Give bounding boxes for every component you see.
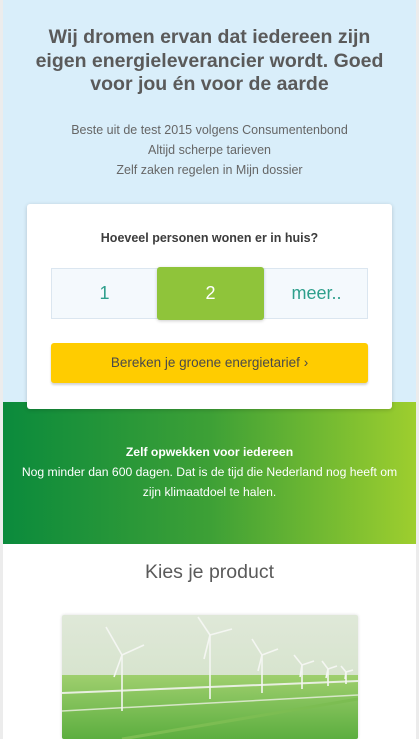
wind-turbines-image[interactable] (62, 615, 358, 739)
self-generation-banner: Zelf opwekken voor iedereen Nog minder d… (0, 402, 419, 544)
banner-body-line: Nog minder dan 600 dagen. Dat is de tijd… (21, 465, 398, 479)
persons-option-1[interactable]: 1 (52, 269, 157, 318)
usp-list: Beste uit de test 2015 volgens Consument… (20, 120, 399, 180)
headline-line: Wij dromen ervan dat iedereen zijn (48, 26, 371, 48)
page-frame-left (0, 0, 3, 739)
calculator-card: Hoeveel personen wonen er in huis? 1 2 m… (27, 204, 392, 409)
banner-title: Zelf opwekken voor iedereen (125, 445, 294, 459)
headline-line: eigen energieleverancier wordt. Goed (35, 49, 384, 72)
persons-option-more[interactable]: meer.. (264, 269, 368, 318)
usp-item: Altijd scherpe tarieven (148, 143, 271, 157)
usp-item: Zelf zaken regelen in Mijn dossier (116, 163, 303, 177)
hero-headline: Wij dromen ervan dat iedereen zijn eigen… (20, 26, 399, 97)
persons-selector: 1 2 meer.. (51, 267, 368, 320)
headline-line: voor jou én voor de aarde (90, 73, 329, 95)
banner-body-line: zijn klimaatdoel te halen. (142, 485, 277, 499)
banner-text: Zelf opwekken voor iedereen Nog minder d… (8, 442, 411, 502)
products-title: Kies je product (145, 561, 274, 583)
usp-item: Beste uit de test 2015 volgens Consument… (71, 123, 348, 137)
wind-turbines-illustration (62, 615, 358, 739)
household-question: Hoeveel personen wonen er in huis? (100, 231, 319, 245)
persons-option-2-selected[interactable]: 2 (157, 267, 264, 320)
calculate-tariff-button[interactable]: Bereken je groene energietarief › (51, 343, 368, 383)
